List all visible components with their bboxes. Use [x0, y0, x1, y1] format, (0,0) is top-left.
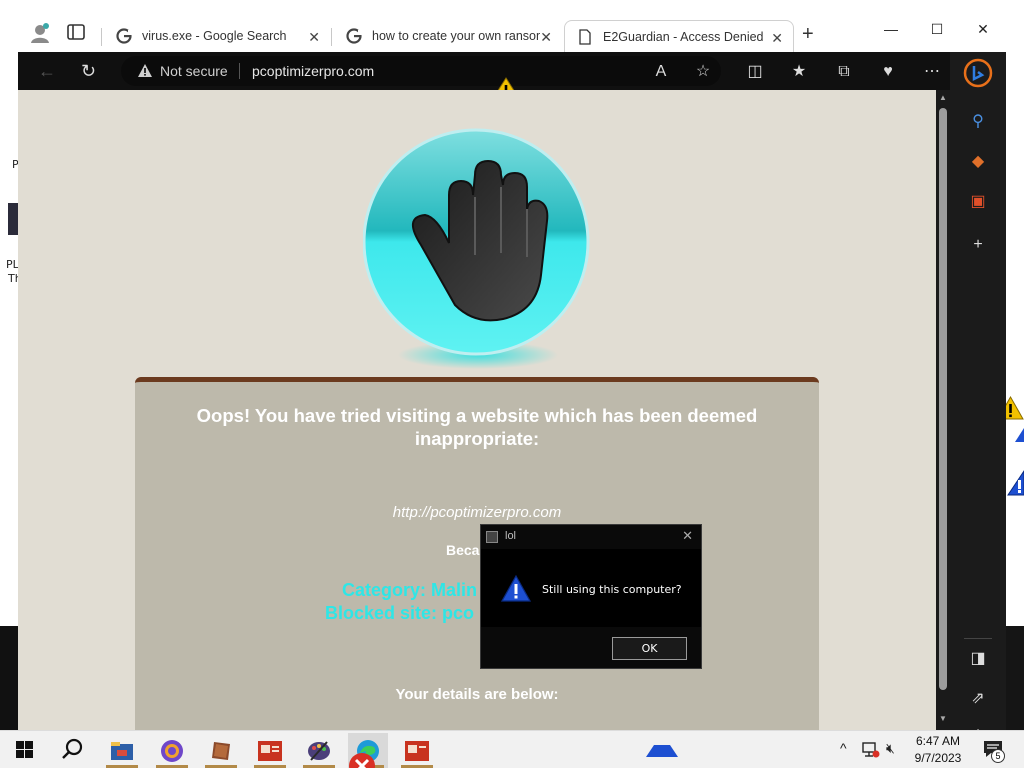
split-screen-icon[interactable]: ◫ [745, 62, 765, 82]
new-tab-button[interactable]: + [802, 23, 814, 46]
windows-start-icon[interactable] [16, 741, 33, 758]
blocked-url: http://pcoptimizerpro.com [392, 504, 562, 521]
book-app-icon[interactable] [201, 733, 241, 768]
add-icon[interactable]: + [968, 235, 988, 255]
security-label: Not secure [160, 63, 228, 79]
favorites-icon[interactable]: ★ [789, 62, 809, 82]
office-icon[interactable]: ▣ [968, 192, 988, 212]
error-icon [349, 753, 375, 768]
tab-google-search[interactable]: virus.exe - Google Search ✕ [104, 20, 330, 52]
edge-sidebar: ⚲ ◆ ▣ + ◨ ⇗ ⚙ [950, 52, 1006, 745]
tab-actions-icon[interactable] [67, 24, 85, 40]
close-icon[interactable]: ✕ [540, 29, 552, 46]
message-dialog: lol ✕ Still using this computer? OK [480, 524, 702, 669]
taskbar: ^ 🔇︎ 6:47 AM 9/7/2023 5 [0, 730, 1024, 768]
tab-title: virus.exe - Google Search [142, 29, 287, 43]
desktop-dark-window-edge [1006, 626, 1024, 730]
tab-bar: virus.exe - Google Search ✕ how to creat… [18, 11, 1006, 52]
show-hidden-icons-chevron-icon[interactable]: ^ [840, 740, 847, 756]
access-denied-panel: Oops! You have tried visiting a website … [135, 377, 819, 730]
collections-icon[interactable]: ⧉ [834, 62, 854, 82]
open-external-icon[interactable]: ⇗ [968, 689, 988, 709]
category-text: Category: Malin [342, 580, 478, 600]
stop-hand-logo [363, 128, 590, 369]
page-viewport: Oops! You have tried visiting a website … [18, 90, 936, 730]
page-icon [579, 28, 591, 45]
clock-date: 9/7/2023 [914, 751, 962, 765]
details-heading: Your details are below: [395, 686, 559, 703]
favorite-star-icon[interactable]: ☆ [693, 62, 713, 82]
close-icon[interactable]: ✕ [771, 30, 783, 47]
sidebar-toggle-icon[interactable]: ◨ [968, 649, 988, 669]
shopping-icon[interactable]: ◆ [968, 152, 988, 172]
bing-chat-icon[interactable] [963, 58, 993, 88]
ok-button[interactable]: OK [612, 637, 687, 660]
notification-count-badge: 5 [991, 749, 1005, 763]
warning-icon [501, 575, 531, 602]
paint-app-icon[interactable] [299, 733, 339, 768]
google-icon [116, 28, 132, 44]
address-bar[interactable]: Not secure pcoptimizerpro.com [121, 56, 721, 86]
tab-access-denied[interactable]: E2Guardian - Access Denied ✕ [564, 20, 794, 52]
tab-ransomware-search[interactable]: how to create your own ransom ✕ [334, 20, 562, 52]
dialog-message: Still using this computer? [542, 583, 682, 596]
clock-time: 6:47 AM [915, 734, 961, 748]
close-icon[interactable]: ✕ [308, 29, 320, 46]
taskbar-small-icon[interactable] [646, 745, 678, 757]
more-options-icon[interactable]: ⋯ [922, 62, 942, 82]
tab-title: how to create your own ransom [372, 29, 540, 43]
page-heading: Oops! You have tried visiting a website … [196, 405, 758, 449]
browser-essentials-icon[interactable]: ♥ [878, 62, 898, 82]
dialog-title: lol [505, 530, 517, 542]
reason-label: Beca [446, 542, 480, 558]
close-window-button[interactable]: ✕ [973, 21, 993, 38]
blocked-site-text: Blocked site: pco [325, 603, 475, 623]
desktop-icon-label: PL [6, 258, 19, 271]
maximize-button[interactable]: ☐ [927, 21, 947, 38]
read-aloud-icon[interactable]: A [651, 62, 671, 82]
system-clock[interactable]: 6:47 AM 9/7/2023 [904, 733, 972, 767]
desktop-dark-window-edge [0, 626, 18, 730]
minimize-button[interactable]: — [881, 21, 901, 37]
refresh-button[interactable]: ↻ [81, 61, 96, 82]
search-icon[interactable]: ⚲ [968, 112, 988, 132]
toolbar: ← ↻ Not secure pcoptimizerpro.com A ☆ ◫ … [18, 52, 1006, 101]
url-text: pcoptimizerpro.com [252, 63, 375, 79]
scroll-down-arrow[interactable]: ▼ [939, 714, 947, 723]
close-icon[interactable]: ✕ [682, 528, 693, 544]
warning-icon [1007, 470, 1024, 496]
dialog-app-icon [486, 531, 498, 543]
warning-icon [1015, 428, 1024, 442]
desktop-icon[interactable] [8, 203, 18, 235]
not-secure-icon [138, 64, 152, 77]
scroll-up-arrow[interactable]: ▲ [939, 93, 947, 102]
google-icon [346, 28, 362, 44]
back-button[interactable]: ← [38, 61, 56, 82]
search-icon[interactable] [61, 738, 83, 760]
browser-app-icon[interactable] [152, 733, 192, 768]
tab-title: E2Guardian - Access Denied [603, 29, 764, 44]
scrollbar[interactable]: ▲ ▼ [936, 90, 950, 730]
file-explorer-icon[interactable] [102, 733, 142, 768]
slides-app-icon-2[interactable] [397, 733, 437, 768]
volume-muted-icon[interactable]: 🔇︎ [886, 740, 895, 757]
profile-icon[interactable] [29, 22, 51, 44]
network-icon[interactable] [862, 742, 880, 758]
scrollbar-thumb[interactable] [939, 108, 947, 690]
slides-app-icon[interactable] [250, 733, 290, 768]
